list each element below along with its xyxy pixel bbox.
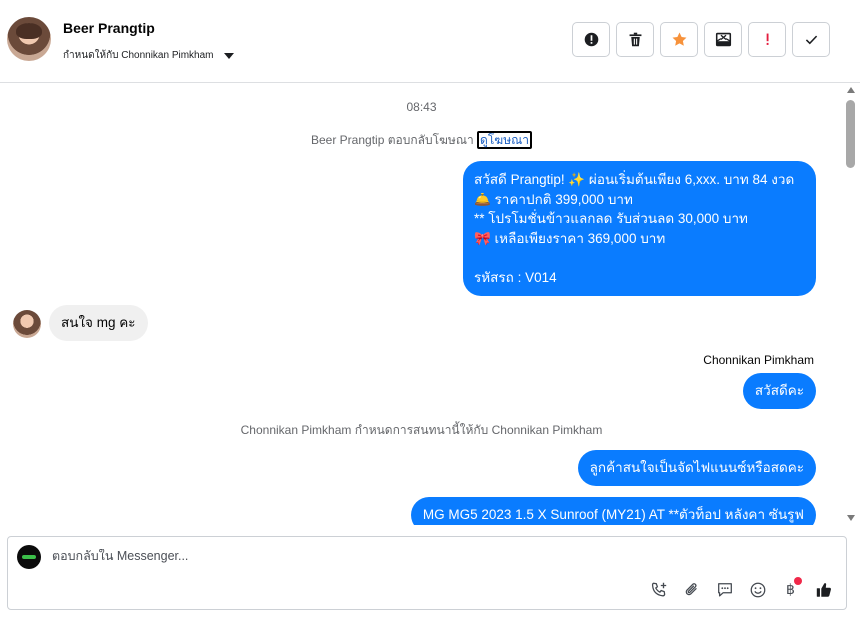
assignee-label: กำหนดให้กับ Chonnikan Pimkham [63, 50, 214, 61]
payment-button[interactable]: ฿ [778, 577, 803, 602]
exclamation-icon [766, 33, 769, 45]
important-button[interactable] [748, 22, 786, 57]
paperclip-icon [685, 582, 697, 595]
header-actions [572, 22, 830, 57]
saved-replies-button[interactable] [712, 577, 737, 602]
promo-line: 🛎️ ราคาปกติ 399,000 บาท [474, 191, 633, 207]
notification-dot [794, 577, 802, 585]
message-timestamp: 08:43 [406, 100, 437, 114]
star-icon [672, 32, 686, 46]
alert-circle-icon [584, 32, 598, 47]
outgoing-message-bubble[interactable]: MG MG5 2023 1.5 X Sunroof (MY21) AT **ตั… [410, 497, 816, 525]
conversation-header: Beer Prangtip กำหนดให้กับ Chonnikan Pimk… [0, 0, 860, 83]
assignment-note: Chonnikan Pimkham กำหนดการสนทนานี้ให้กับ… [240, 423, 603, 437]
sender-name: Chonnikan Pimkham [703, 353, 814, 367]
envelope-x-icon [715, 32, 731, 47]
view-ad-link[interactable]: ดูโฆษณา [477, 131, 532, 149]
trash-icon [629, 32, 641, 47]
promo-line-blank [474, 248, 805, 268]
done-button[interactable] [792, 22, 830, 57]
reply-composer: ฿ [7, 536, 847, 610]
promo-message-bubble[interactable]: สวัสดี Prangtip! ✨ ผ่อนเริ่มต้นเพียง 6,x… [463, 161, 816, 296]
promo-line: 🎀 เหลือเพียงราคา 369,000 บาท [474, 230, 666, 246]
star-button[interactable] [660, 22, 698, 57]
baht-icon: ฿ [786, 581, 795, 597]
phone-plus-icon [651, 582, 666, 596]
assignee-dropdown[interactable]: กำหนดให้กับ Chonnikan Pimkham [63, 48, 234, 63]
mark-unread-button[interactable] [704, 22, 742, 57]
outgoing-message-bubble[interactable]: ลูกค้าสนใจเป็นจัดไฟแนนซ์หรือสดคะ [577, 450, 816, 486]
contact-avatar-small[interactable] [13, 310, 41, 338]
call-button[interactable] [646, 577, 671, 602]
attach-button[interactable] [679, 577, 704, 602]
message-thread[interactable]: 08:43 Beer Prangtip ตอบกลับโฆษณา ดูโฆษณา… [0, 83, 843, 525]
page-logo [17, 545, 41, 569]
delete-button[interactable] [616, 22, 654, 57]
reply-input[interactable] [52, 549, 752, 563]
incoming-message-bubble[interactable]: สนใจ mg คะ [49, 305, 148, 341]
scrollbar-thumb[interactable] [846, 100, 855, 168]
checkmark-icon [805, 35, 817, 45]
like-button[interactable] [811, 577, 836, 602]
ad-reply-text: Beer Prangtip ตอบกลับโฆษณา [311, 133, 474, 147]
caret-down-icon [223, 52, 234, 59]
chat-bubble-icon [717, 582, 732, 596]
promo-line: รหัสรถ : V014 [474, 269, 557, 285]
scroll-up-arrow-icon[interactable] [847, 87, 855, 93]
ad-reply-note: Beer Prangtip ตอบกลับโฆษณา ดูโฆษณา [0, 131, 843, 150]
scroll-down-arrow-icon[interactable] [847, 515, 855, 521]
thumbs-up-icon [816, 582, 831, 597]
composer-tools: ฿ [646, 577, 836, 602]
promo-line: ** โปรโมชั่นข้าวแลกลด รับส่วนลด 30,000 บ… [474, 211, 748, 226]
smiley-icon [750, 582, 765, 597]
contact-avatar[interactable] [7, 17, 51, 61]
emoji-button[interactable] [745, 577, 770, 602]
promo-line: สวัสดี Prangtip! ✨ ผ่อนเริ่มต้นเพียง 6,x… [474, 172, 795, 187]
contact-name[interactable]: Beer Prangtip [63, 20, 155, 36]
thread-scrollbar[interactable] [843, 83, 858, 525]
spam-button[interactable] [572, 22, 610, 57]
outgoing-message-bubble[interactable]: สวัสดีคะ [742, 373, 816, 409]
